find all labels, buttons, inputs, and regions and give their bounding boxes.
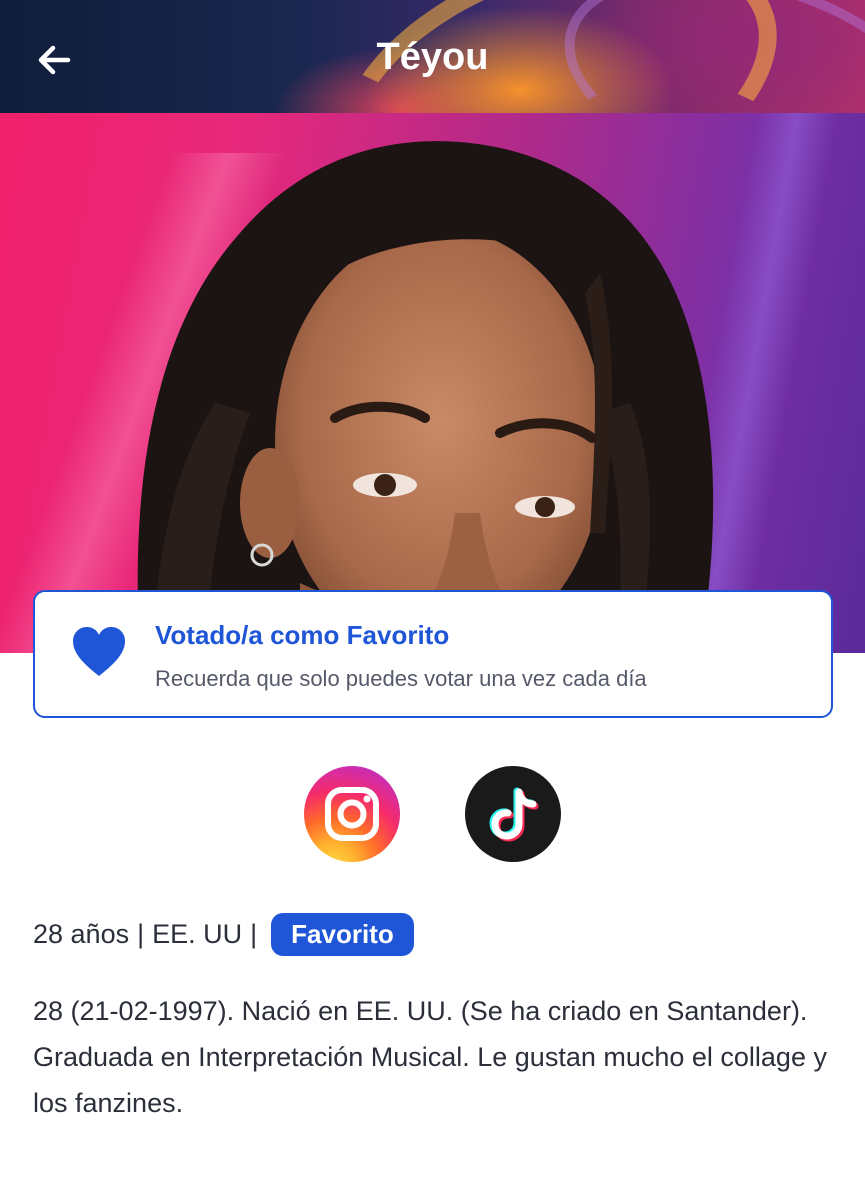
contestant-bio: 28 (21-02-1997). Nació en EE. UU. (Se ha… [33, 996, 827, 1118]
separator: | [137, 918, 145, 949]
vote-status-subtitle: Recuerda que solo puedes votar una vez c… [155, 666, 647, 691]
contestant-photo [0, 113, 865, 653]
age-label: 28 años [33, 918, 130, 949]
page-title: Téyou [376, 36, 489, 78]
vote-status-title: Votado/a como Favorito [155, 620, 450, 650]
tiktok-button[interactable] [465, 766, 561, 862]
separator: | [250, 918, 258, 949]
portrait-image [137, 141, 714, 653]
instagram-icon [325, 787, 379, 841]
contestant-info: 28 años | EE. UU | Favorito [33, 912, 414, 956]
heart-icon [73, 627, 125, 676]
favorite-badge: Favorito [271, 912, 414, 956]
favorite-vote-card: Votado/a como Favorito Recuerda que solo… [33, 590, 833, 718]
top-app-bar: Téyou [0, 0, 865, 113]
instagram-button[interactable] [304, 766, 400, 862]
country-label: EE. UU [152, 918, 243, 949]
tiktok-icon [489, 787, 539, 842]
